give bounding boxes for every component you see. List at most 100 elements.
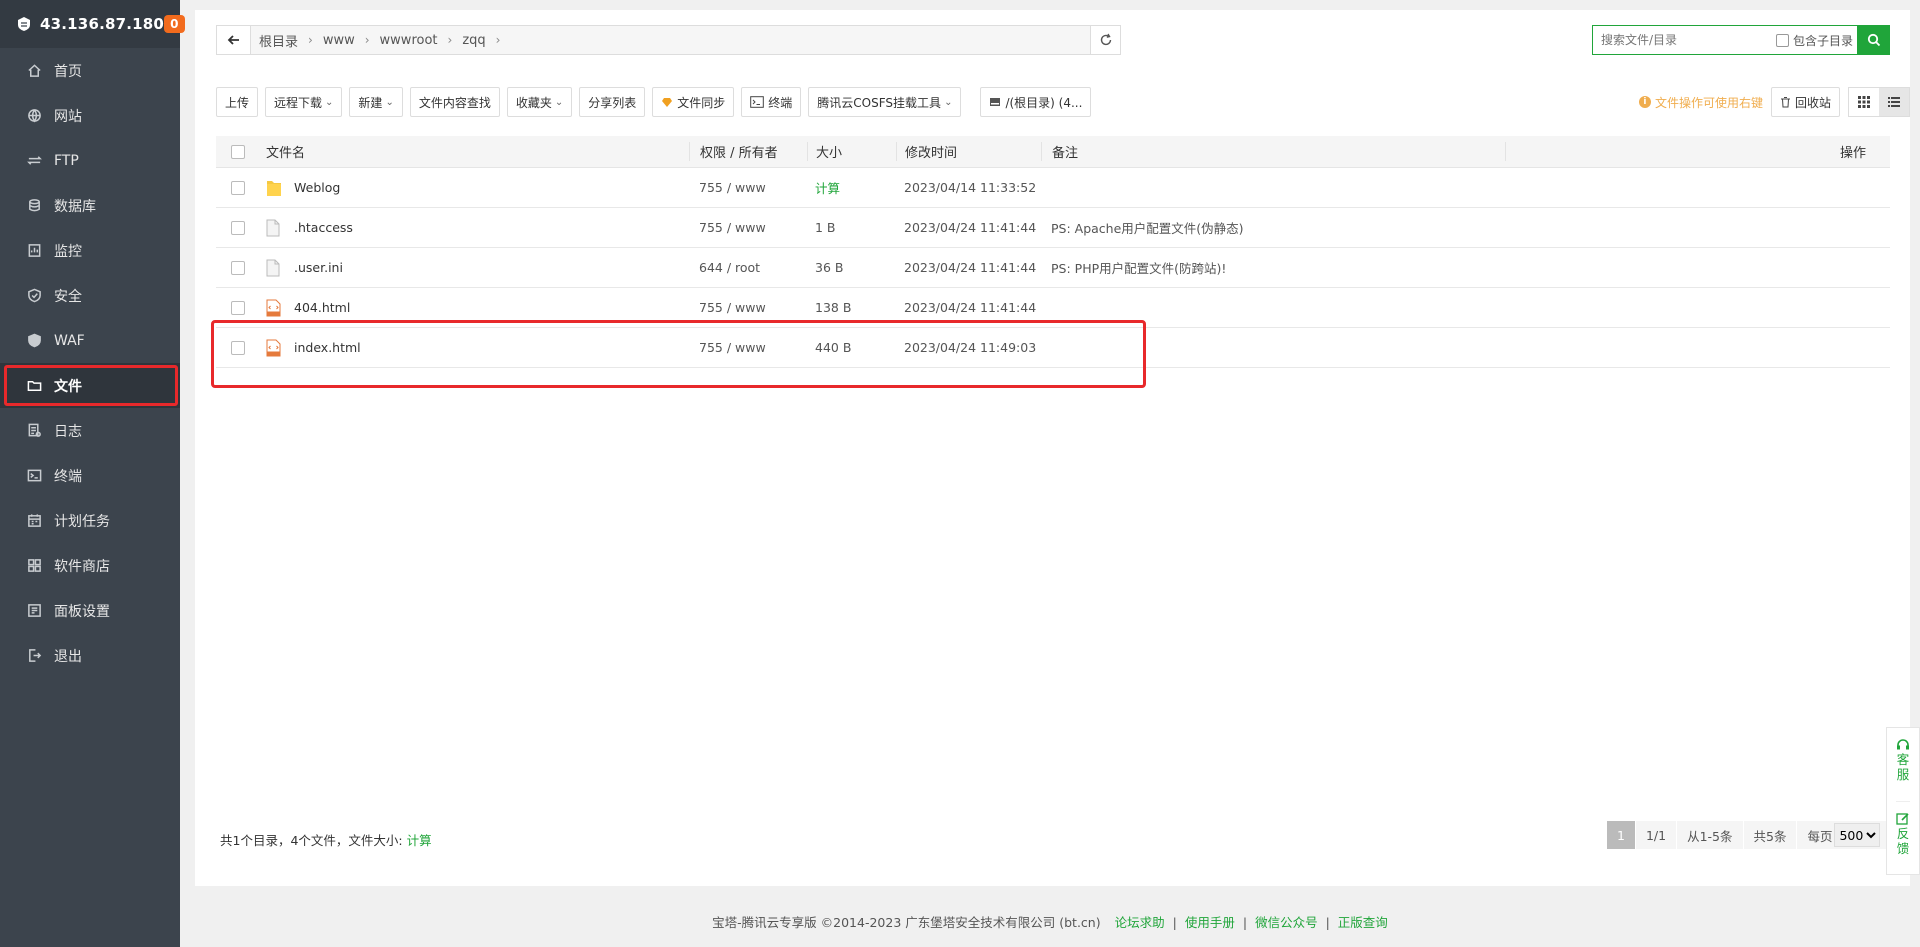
- upload-button[interactable]: 上传: [216, 87, 259, 117]
- table-row[interactable]: Weblog 755 / www 计算 2023/04/14 11:33:52: [216, 168, 1890, 208]
- breadcrumb: 根目录 › www › wwwroot › zqq ›: [251, 31, 1090, 50]
- file-name[interactable]: .user.ini: [294, 260, 343, 275]
- header-name[interactable]: 文件名: [260, 142, 689, 161]
- sidebar-item-7[interactable]: 文件: [0, 363, 180, 408]
- back-button[interactable]: [217, 26, 251, 54]
- sidebar-brand: 43.136.87.180 0: [0, 0, 185, 48]
- terminal-button[interactable]: 终端: [741, 87, 802, 117]
- sidebar-item-8[interactable]: 日志: [0, 408, 180, 453]
- header-mtime[interactable]: 修改时间: [896, 142, 1041, 161]
- chevron-down-icon: ⌄: [554, 96, 564, 108]
- file-manager-panel: 根目录 › www › wwwroot › zqq › 包含子目录 上传 远程下载⌄ 新建⌄ …: [195, 10, 1910, 886]
- edit-icon: [1896, 813, 1909, 825]
- sidebar: 43.136.87.180 0 首页 网站 FTP 数据库 监控 安全 WAF 文件 日志 终端计…: [0, 0, 185, 947]
- breadcrumb-item[interactable]: 根目录: [259, 31, 298, 50]
- customer-service-button[interactable]: 客服: [1896, 728, 1910, 801]
- cosfs-mount-button[interactable]: 腾讯云COSFS挂载工具 ⌄: [808, 87, 962, 117]
- file-perm[interactable]: 755 / www: [689, 180, 807, 195]
- file-perm[interactable]: 755 / www: [689, 220, 807, 235]
- calc-size-link[interactable]: 计算: [407, 833, 432, 848]
- refresh-button[interactable]: [1090, 26, 1120, 54]
- file-perm[interactable]: 755 / www: [689, 300, 807, 315]
- chevron-down-icon: ⌄: [385, 96, 394, 108]
- sidebar-item-12[interactable]: 面板设置: [0, 588, 180, 633]
- footer-link[interactable]: 使用手册: [1185, 915, 1235, 930]
- file-name[interactable]: Weblog: [294, 180, 340, 195]
- sidebar-item-4[interactable]: 监控: [0, 228, 180, 273]
- file-perm[interactable]: 755 / www: [689, 340, 807, 355]
- row-checkbox[interactable]: [231, 220, 245, 235]
- header-size[interactable]: 大小: [807, 142, 896, 161]
- sidebar-item-11[interactable]: 软件商店: [0, 543, 180, 588]
- file-note[interactable]: PS: Apache用户配置文件(伪静态): [1041, 218, 1505, 237]
- sidebar-item-2[interactable]: FTP: [0, 138, 180, 183]
- server-ip: 43.136.87.180: [40, 15, 165, 33]
- include-subdir-checkbox[interactable]: [1775, 33, 1789, 47]
- file-name[interactable]: 404.html: [294, 300, 350, 315]
- sidebar-item-13[interactable]: 退出: [0, 633, 180, 678]
- copyright-text: 宝塔-腾讯云专享版 ©2014-2023 广东堡塔安全技术有限公司 (bt.cn…: [712, 915, 1101, 930]
- sidebar-item-5[interactable]: 安全: [0, 273, 180, 318]
- header-perm[interactable]: 权限 / 所有者: [689, 142, 807, 161]
- grid-view-button[interactable]: [1849, 88, 1879, 116]
- notification-badge[interactable]: 0: [164, 15, 185, 33]
- row-checkbox[interactable]: [231, 300, 245, 315]
- file-summary: 共1个目录，4个文件，文件大小: 计算: [220, 833, 432, 848]
- breadcrumb-item[interactable]: wwwroot: [380, 33, 438, 48]
- info-icon: i: [1638, 96, 1651, 108]
- arrow-left-icon: [227, 35, 239, 45]
- footer-link[interactable]: 正版查询: [1338, 915, 1388, 930]
- table-row[interactable]: index.html 755 / www 440 B 2023/04/24 11:49…: [216, 328, 1890, 368]
- file-size[interactable]: 计算: [807, 178, 896, 197]
- page-footer: 宝塔-腾讯云专享版 ©2014-2023 广东堡塔安全技术有限公司 (bt.cn…: [712, 915, 1388, 930]
- calendar-icon: [26, 513, 42, 529]
- file-note[interactable]: PS: PHP用户配置文件(防跨站)!: [1041, 258, 1505, 277]
- select-all-checkbox[interactable]: [231, 144, 245, 159]
- sidebar-item-6[interactable]: WAF: [0, 318, 180, 363]
- table-row[interactable]: .htaccess 755 / www 1 B 2023/04/24 11:41:44…: [216, 208, 1890, 248]
- row-checkbox[interactable]: [231, 260, 245, 275]
- file-name[interactable]: .htaccess: [294, 220, 353, 235]
- table-row[interactable]: .user.ini 644 / root 36 B 2023/04/24 11:41:…: [216, 248, 1890, 288]
- list-view-button[interactable]: [1879, 88, 1909, 116]
- file-name[interactable]: index.html: [294, 340, 361, 355]
- per-page-select[interactable]: 500: [1834, 823, 1881, 847]
- breadcrumb-item[interactable]: www: [323, 33, 355, 48]
- file-sync-button[interactable]: 文件同步: [652, 87, 735, 117]
- search-input[interactable]: [1593, 26, 1763, 54]
- recycle-bin-button[interactable]: 回收站: [1770, 87, 1840, 117]
- file-mtime: 2023/04/14 11:33:52: [904, 180, 1037, 195]
- sidebar-item-3[interactable]: 数据库: [0, 183, 180, 228]
- include-subdir-option[interactable]: 包含子目录: [1775, 32, 1853, 49]
- file-size: 138 B: [815, 300, 852, 315]
- disk-icon: [989, 96, 1001, 108]
- search-icon: [1867, 33, 1880, 47]
- sidebar-item-10[interactable]: 计划任务: [0, 498, 180, 543]
- disk-button[interactable]: /(根目录) (4...: [980, 87, 1092, 117]
- sidebar-item-label: WAF: [54, 332, 85, 349]
- table-row[interactable]: 404.html 755 / www 138 B 2023/04/24 11:41:4…: [216, 288, 1890, 328]
- page-current[interactable]: 1: [1607, 821, 1636, 849]
- footer-link[interactable]: 微信公众号: [1255, 915, 1318, 930]
- row-checkbox[interactable]: [231, 340, 245, 355]
- feedback-button[interactable]: 反馈: [1896, 800, 1910, 874]
- sidebar-item-9[interactable]: 终端: [0, 453, 180, 498]
- row-checkbox[interactable]: [231, 180, 245, 195]
- share-list-button[interactable]: 分享列表: [579, 87, 646, 117]
- sidebar-item-label: 面板设置: [54, 603, 110, 620]
- search-button[interactable]: [1857, 25, 1890, 55]
- favorites-button[interactable]: 收藏夹 ⌄: [506, 87, 573, 117]
- chevron-right-icon: ›: [447, 33, 453, 47]
- shield-icon: [26, 288, 42, 304]
- footer-link[interactable]: 论坛求助: [1115, 915, 1165, 930]
- remote-download-button[interactable]: 远程下载 ⌄: [265, 87, 343, 117]
- sidebar-item-label: 计划任务: [54, 513, 110, 530]
- sidebar-item-1[interactable]: 网站: [0, 93, 180, 138]
- file-icon: [266, 258, 284, 278]
- sidebar-item-label: 软件商店: [54, 558, 110, 575]
- new-button[interactable]: 新建 ⌄: [349, 87, 403, 117]
- content-search-button[interactable]: 文件内容查找: [409, 87, 500, 117]
- sidebar-item-0[interactable]: 首页: [0, 48, 180, 93]
- breadcrumb-item[interactable]: zqq: [462, 33, 485, 48]
- file-perm[interactable]: 644 / root: [689, 260, 807, 275]
